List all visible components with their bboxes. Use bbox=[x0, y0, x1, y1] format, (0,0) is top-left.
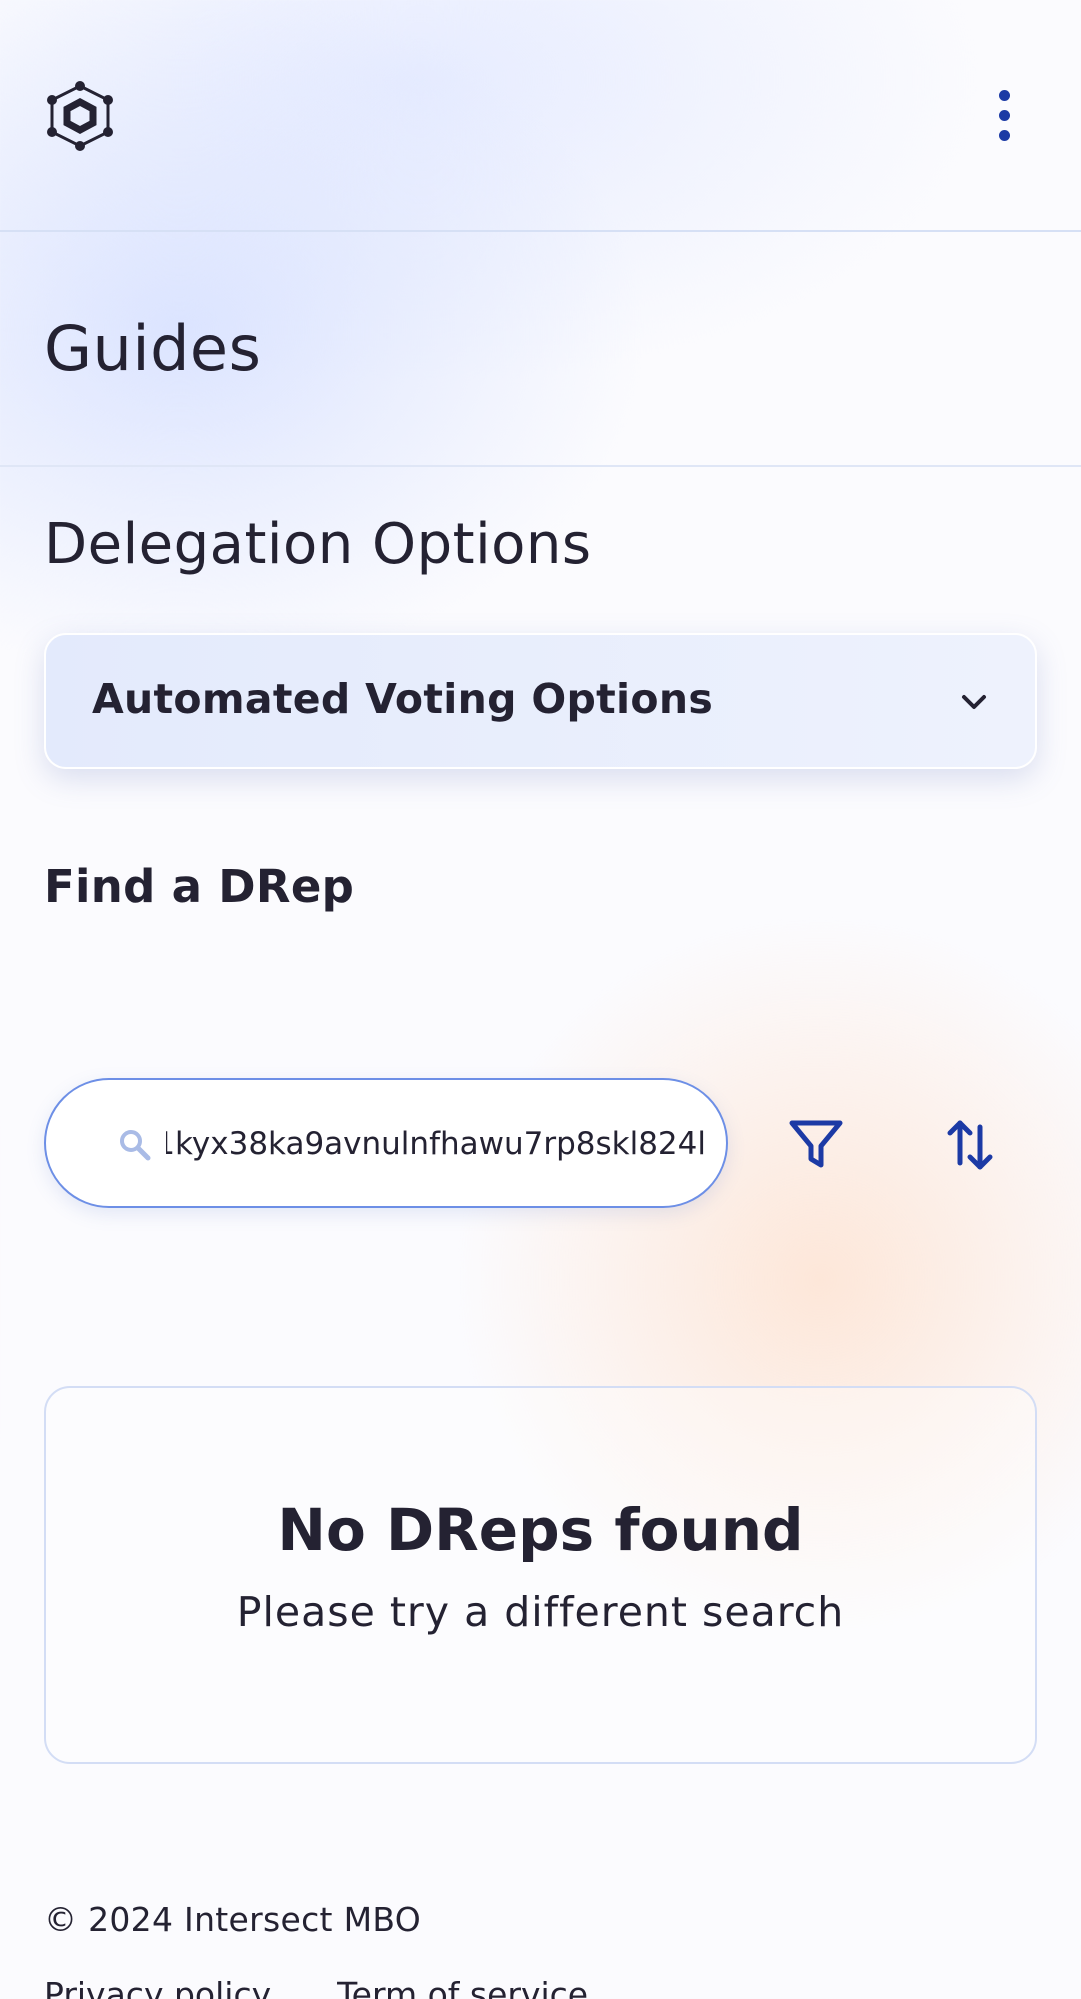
footer-links: Privacy policy Term of service bbox=[44, 1975, 588, 1999]
empty-state-subtitle: Please try a different search bbox=[236, 1588, 845, 1636]
find-drep-title: Find a DRep bbox=[44, 860, 355, 913]
menu-dot bbox=[998, 89, 1010, 101]
page-title: Guides bbox=[44, 312, 262, 385]
guides-section: Guides bbox=[0, 232, 1081, 467]
filter-icon[interactable] bbox=[786, 1115, 846, 1175]
privacy-policy-link[interactable]: Privacy policy bbox=[44, 1975, 271, 1999]
empty-state-title: No DReps found bbox=[277, 1496, 804, 1564]
chevron-down-icon bbox=[962, 695, 986, 709]
menu-dot bbox=[998, 109, 1010, 121]
vertical-dots-icon[interactable] bbox=[980, 84, 1028, 146]
sort-icon[interactable] bbox=[940, 1115, 1000, 1175]
search-box[interactable] bbox=[44, 1078, 728, 1208]
search-icon bbox=[120, 1130, 151, 1161]
hexagon-logo-icon[interactable] bbox=[42, 80, 118, 152]
terms-of-service-link[interactable]: Term of service bbox=[337, 1975, 588, 1999]
search-input[interactable] bbox=[166, 1118, 706, 1170]
accordion-label: Automated Voting Options bbox=[92, 675, 714, 723]
copyright-text: © 2024 Intersect MBO bbox=[44, 1900, 421, 1939]
empty-state-card: No DReps found Please try a different se… bbox=[44, 1386, 1037, 1764]
automated-voting-options-accordion[interactable]: Automated Voting Options bbox=[44, 633, 1037, 769]
menu-dot bbox=[998, 129, 1010, 141]
top-header bbox=[0, 0, 1081, 232]
delegation-options-title: Delegation Options bbox=[44, 512, 592, 577]
